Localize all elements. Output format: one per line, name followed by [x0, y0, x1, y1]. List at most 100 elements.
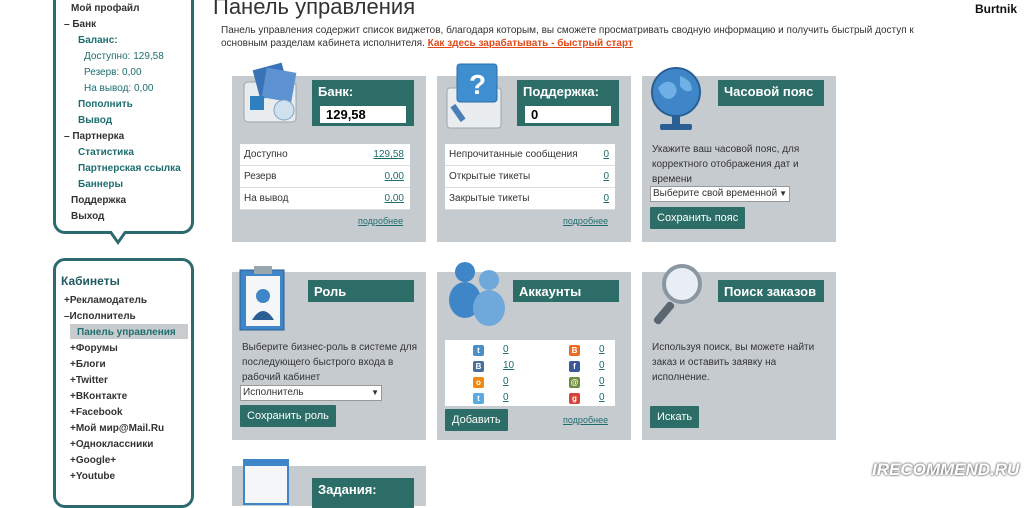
tasks-widget: Задания: [232, 459, 426, 508]
account-count-link[interactable]: 0 [599, 360, 605, 371]
bank-table: Доступно 129,58 Резерв 0,00 На вывод 0,00 [240, 144, 410, 210]
timezone-header: Часовой пояс [718, 80, 824, 106]
table-row: На вывод 0,00 [240, 188, 410, 210]
table-row: Закрытые тикеты 0 [445, 188, 615, 210]
account-row: @0 [569, 376, 619, 390]
add-account-button[interactable]: Добавить [445, 409, 508, 431]
row-value-link[interactable]: 0,00 [385, 166, 404, 187]
account-count-link[interactable]: 0 [599, 376, 605, 387]
twitter-icon: t [473, 345, 484, 356]
table-row: Доступно 129,58 [240, 144, 410, 166]
account-count-link[interactable]: 0 [599, 392, 605, 403]
account-count-link[interactable]: 0 [503, 344, 509, 355]
role-icon [239, 266, 285, 331]
quickstart-link[interactable]: Как здесь зарабатывать - быстрый старт [428, 38, 633, 49]
cabinet-item[interactable]: +Facebook [70, 407, 123, 419]
accounts-list: t 0 B 10 o 0 t 0 B 0 f 0 @0 g 0 [445, 340, 615, 406]
row-value-link[interactable]: 0 [603, 188, 609, 209]
support-value: 0 [525, 106, 611, 123]
menu-item[interactable]: Баланс: [78, 35, 118, 47]
bank-more-link[interactable]: подробнее [358, 216, 403, 226]
account-row: o0 [473, 376, 523, 390]
save-role-button[interactable]: Сохранить роль [240, 405, 336, 427]
table-row: Резерв 0,00 [240, 166, 410, 188]
account-count-link[interactable]: 0 [503, 392, 509, 403]
support-more-link[interactable]: подробнее [563, 216, 608, 226]
search-orders-description: Используя поиск, вы можете найти заказ и… [652, 342, 815, 383]
menu-item[interactable]: Поддержка [71, 195, 126, 207]
account-row: B0 [569, 344, 619, 358]
cabinet-item[interactable]: –Исполнитель [64, 311, 136, 323]
timezone-select[interactable]: Выберите свой временной ▼ [650, 186, 790, 202]
menu-item[interactable]: – Партнерка [64, 131, 124, 143]
intro-text: Панель управления содержит список виджет… [221, 24, 941, 50]
search-orders-header: Поиск заказов [718, 280, 824, 302]
menu-item[interactable]: – Банк [64, 19, 96, 31]
menu-item[interactable]: Вывод [78, 115, 112, 127]
cabinet-item[interactable]: +Мой мир@Mail.Ru [70, 423, 164, 435]
bank-title: Банк: [318, 84, 354, 99]
bank-icon [243, 62, 297, 123]
role-widget: Роль Выберите бизнес-роль в системе для … [232, 266, 426, 440]
magnifier-icon [653, 264, 702, 325]
menu-item[interactable]: Выход [71, 211, 104, 223]
role-description: Выберите бизнес-роль в системе для после… [242, 342, 418, 383]
bank-widget: Банк: 129,58 Доступно 129,58 Резерв 0,00 Н… [232, 62, 426, 242]
tasks-icon [243, 459, 289, 505]
odnoklassniki-icon: o [473, 377, 484, 388]
users-icon [449, 262, 505, 326]
menu-item[interactable]: Статистика [78, 147, 134, 159]
tasks-header: Задания: [312, 478, 414, 508]
account-count-link[interactable]: 10 [503, 360, 514, 371]
search-orders-widget: Поиск заказов Используя поиск, вы можете… [642, 264, 836, 440]
row-value-link[interactable]: 0 [603, 144, 609, 165]
menu-item[interactable]: Пополнить [78, 99, 133, 111]
account-row: f0 [569, 360, 619, 374]
account-row: t0 [473, 392, 523, 406]
search-button[interactable]: Искать [650, 406, 700, 428]
menu-box-tail-inner [111, 230, 125, 240]
cabinet-item[interactable]: +ВКонтакте [70, 391, 127, 403]
row-value-link[interactable]: 129,58 [373, 144, 404, 165]
row-label: Закрытые тикеты [449, 193, 530, 204]
menu-item[interactable]: Баннеры [78, 179, 123, 191]
cabinet-item[interactable]: +Одноклассники [70, 439, 153, 451]
table-row: Непрочитанные сообщения 0 [445, 144, 615, 166]
row-value-link[interactable]: 0,00 [385, 188, 404, 209]
page-title: Панель управления [213, 0, 416, 19]
cabinet-item[interactable]: +Youtube [70, 471, 115, 483]
cabinet-item[interactable]: Панель управления [77, 327, 176, 339]
menu-item[interactable]: Доступно: 129,58 [84, 51, 164, 63]
menu-item[interactable]: На вывод: 0,00 [84, 83, 153, 95]
cabinet-item[interactable]: +Рекламодатель [64, 295, 147, 307]
row-label: Открытые тикеты [449, 171, 531, 182]
menu-item[interactable]: Мой профайл [71, 3, 139, 15]
cabinet-item[interactable]: +Форумы [70, 343, 118, 355]
chevron-down-icon: ▼ [371, 388, 379, 397]
account-row: g0 [569, 392, 619, 406]
save-timezone-button[interactable]: Сохранить пояс [650, 207, 746, 229]
account-count-link[interactable]: 0 [599, 344, 605, 355]
cabinet-item[interactable]: +Блоги [70, 359, 106, 371]
row-label: Доступно [244, 149, 288, 160]
accounts-widget: Аккаунты t 0 B 10 o 0 t 0 B 0 f 0 @0 g 0 Добавить подр… [437, 262, 631, 440]
menu-item[interactable]: Резерв: 0,00 [84, 67, 142, 79]
timezone-description: Укажите ваш часовой пояс, для корректног… [652, 144, 800, 185]
username[interactable]: Burtnik [975, 2, 1017, 16]
row-value-link[interactable]: 0 [603, 166, 609, 187]
menu-item[interactable]: Партнерская ссылка [78, 163, 181, 175]
blogger-icon: B [569, 345, 580, 356]
table-row: Открытые тикеты 0 [445, 166, 615, 188]
cabinets-title: Кабинеты [61, 274, 120, 288]
google-icon: g [569, 393, 580, 404]
cabinet-item[interactable]: +Twitter [70, 375, 108, 387]
role-select[interactable]: Исполнитель ▼ [240, 385, 382, 401]
accounts-header: Аккаунты [513, 280, 619, 302]
account-count-link[interactable]: 0 [503, 376, 509, 387]
role-header: Роль [308, 280, 414, 302]
bank-value: 129,58 [320, 106, 406, 123]
accounts-more-link[interactable]: подробнее [563, 415, 608, 425]
vk-icon: B [473, 361, 484, 372]
cabinet-item[interactable]: +Google+ [70, 455, 116, 467]
support-table: Непрочитанные сообщения 0 Открытые тикеты… [445, 144, 615, 210]
